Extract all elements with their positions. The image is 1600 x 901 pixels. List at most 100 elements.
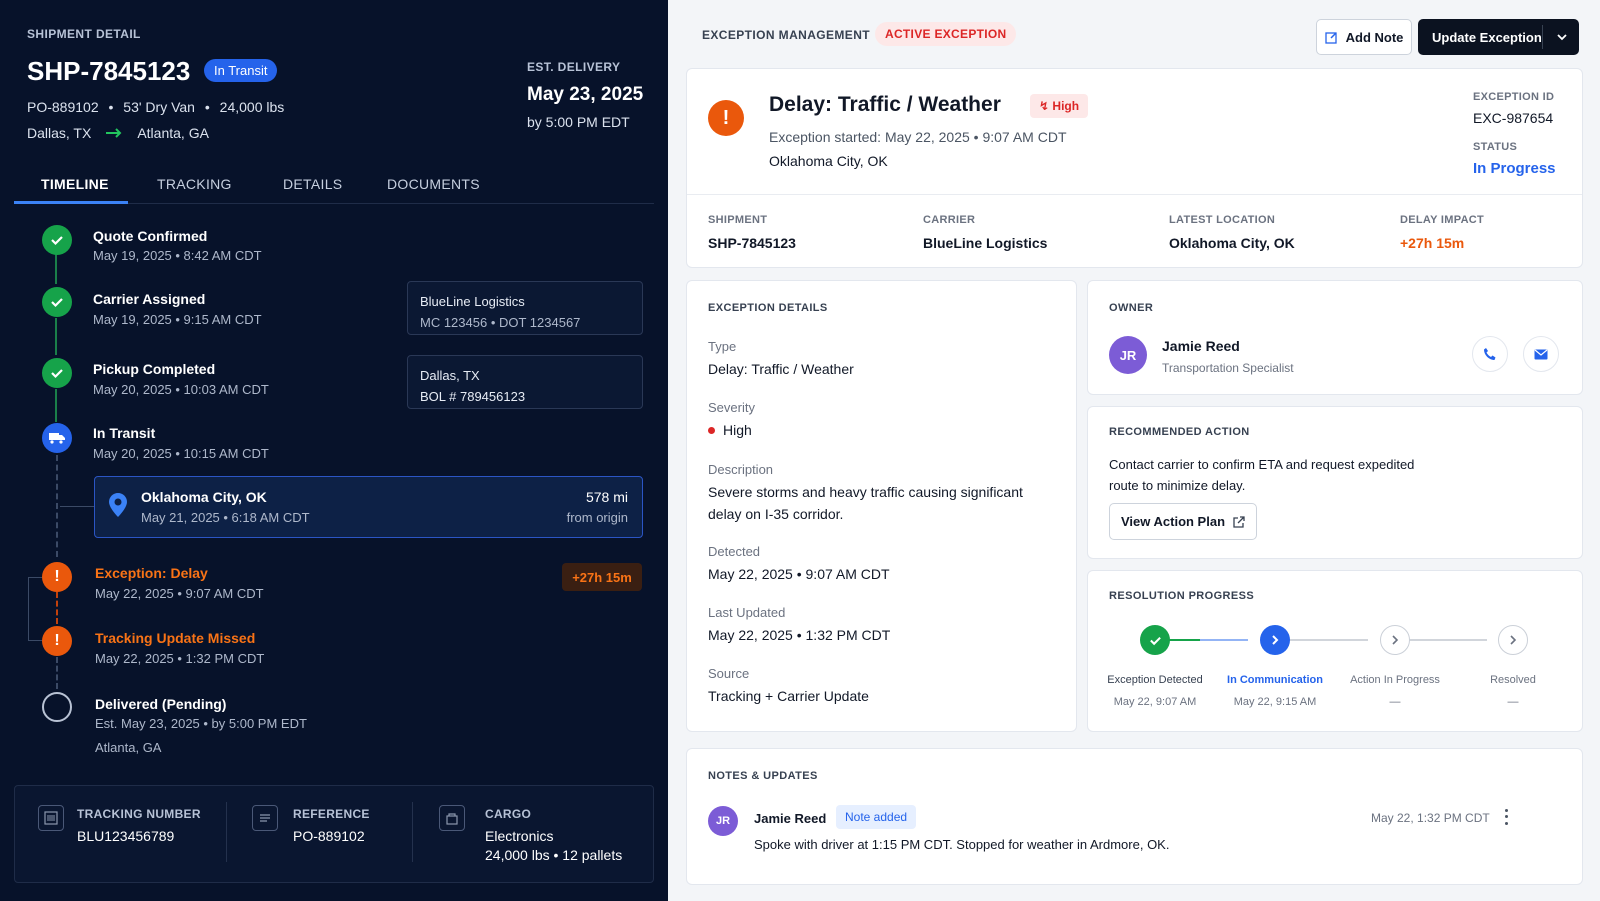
step-label: Action In Progress: [1350, 674, 1440, 686]
note-author: Jamie Reed: [754, 811, 827, 826]
reference-label: REFERENCE: [293, 807, 370, 821]
check-icon: [42, 225, 72, 255]
timeline-connector: [55, 389, 57, 422]
section-label: RESOLUTION PROGRESS: [1109, 590, 1255, 602]
detected-value: May 22, 2025 • 9:07 AM CDT: [708, 566, 890, 582]
shipment-meta: PO-889102 • 53' Dry Van • 24,000 lbs: [27, 99, 285, 115]
step-time: —: [1507, 696, 1519, 708]
section-label: NOTES & UPDATES: [708, 770, 818, 782]
cargo-label: CARGO: [485, 807, 532, 821]
exception-location: Oklahoma City, OK: [769, 153, 888, 169]
divider: [1542, 25, 1543, 49]
event-time: May 19, 2025 • 9:15 AM CDT: [93, 312, 262, 327]
exception-id: EXC-987654: [1473, 110, 1554, 126]
tab-details[interactable]: DETAILS: [283, 176, 342, 192]
step-detected-check-icon: [1140, 625, 1170, 655]
distance: 578 mi: [585, 489, 628, 505]
stat-carrier-label: CARRIER: [923, 214, 976, 226]
type-label: Type: [708, 339, 737, 354]
pending-circle-icon: [42, 692, 72, 722]
alert-icon: !: [708, 100, 744, 136]
location-card[interactable]: Oklahoma City, OK May 21, 2025 • 6:18 AM…: [94, 476, 643, 538]
step-action-chevron-icon: [1380, 625, 1410, 655]
status-label: STATUS: [1473, 141, 1518, 153]
tracking-label: TRACKING NUMBER: [77, 807, 201, 821]
arrow-right-icon: [105, 127, 123, 139]
chevron-down-icon[interactable]: [1550, 25, 1574, 49]
stat-shipment-label: SHIPMENT: [708, 214, 768, 226]
stat-impact: +27h 15m: [1400, 235, 1465, 251]
step-label: Resolved: [1490, 674, 1536, 686]
event-time: May 22, 2025 • 1:32 PM CDT: [95, 651, 265, 666]
stat-location-label: LATEST LOCATION: [1169, 214, 1276, 226]
check-icon: [42, 287, 72, 317]
event-title: Delivered (Pending): [95, 696, 227, 712]
step-label: Exception Detected: [1107, 674, 1203, 686]
active-exception-badge: ACTIVE EXCEPTION: [875, 22, 1017, 46]
description-value: Severe storms and heavy traffic causing …: [708, 484, 1023, 522]
origin: Dallas, TX: [27, 125, 92, 141]
barcode-icon: [38, 805, 64, 831]
tab-documents[interactable]: DOCUMENTS: [387, 176, 480, 192]
edit-icon: [1324, 31, 1338, 44]
add-note-button[interactable]: Add Note: [1316, 19, 1412, 55]
pickup-city: Dallas, TX: [420, 368, 480, 383]
mail-icon[interactable]: [1523, 336, 1559, 372]
exception-id-label: EXCEPTION ID: [1473, 91, 1555, 103]
shipment-panel: SHIPMENT DETAIL SHP-7845123 In Transit P…: [0, 0, 668, 901]
source-value: Tracking + Carrier Update: [708, 688, 869, 704]
phone-icon[interactable]: [1472, 336, 1508, 372]
severity-label: Severity: [708, 400, 755, 415]
delay-badge: +27h 15m: [562, 563, 642, 591]
exception-title: Delay: Traffic / Weather: [769, 93, 1001, 116]
avatar: JR: [708, 806, 738, 836]
carrier-info-box: BlueLine Logistics MC 123456 • DOT 12345…: [407, 281, 643, 335]
step-time: —: [1389, 696, 1401, 708]
status-value: In Progress: [1473, 160, 1556, 177]
recommended-text: Contact carrier to confirm ETA and reque…: [1109, 457, 1415, 493]
source-label: Source: [708, 666, 750, 681]
tab-timeline[interactable]: TIMELINE: [41, 176, 109, 192]
event-title: Pickup Completed: [93, 361, 216, 377]
truck-icon: [42, 423, 72, 453]
tab-tracking[interactable]: TRACKING: [157, 176, 232, 192]
timeline-connector: [56, 657, 58, 689]
event-time: May 20, 2025 • 10:15 AM CDT: [93, 446, 269, 461]
check-icon: [42, 358, 72, 388]
event-title: In Transit: [93, 425, 156, 441]
event-time: May 22, 2025 • 9:07 AM CDT: [95, 586, 264, 601]
shipment-summary: TRACKING NUMBER BLU123456789 REFERENCE P…: [14, 785, 654, 883]
est-delivery-time: by 5:00 PM EDT: [527, 114, 630, 130]
tracking-number[interactable]: BLU123456789: [77, 826, 174, 846]
equipment: 53' Dry Van: [123, 99, 195, 115]
stat-carrier: BlueLine Logistics: [923, 235, 1048, 251]
flame-icon: ↯: [1039, 99, 1050, 113]
package-icon: [439, 805, 465, 831]
branch-line: [60, 506, 94, 507]
est-delivery-date: May 23, 2025: [527, 84, 644, 105]
timeline-connector: [56, 592, 58, 624]
cargo-detail: 24,000 lbs • 12 pallets: [485, 847, 623, 863]
step-time: May 22, 9:15 AM: [1233, 696, 1317, 708]
view-action-plan-label: View Action Plan: [1120, 514, 1226, 529]
status-badge: In Transit: [204, 59, 278, 82]
owner-name: Jamie Reed: [1162, 338, 1240, 354]
detected-label: Detected: [708, 544, 761, 559]
event-time: May 20, 2025 • 10:03 AM CDT: [93, 382, 269, 397]
destination: Atlanta, GA: [137, 125, 209, 141]
resolution-progress-card: RESOLUTION PROGRESS Exception Detected M…: [1087, 570, 1583, 732]
event-time: Est. May 23, 2025 • by 5:00 PM EDT: [95, 716, 307, 731]
more-vertical-icon[interactable]: [1499, 807, 1513, 827]
avatar: JR: [1109, 336, 1147, 374]
section-label: EXCEPTION DETAILS: [708, 302, 828, 314]
owner-role: Transportation Specialist: [1162, 361, 1294, 375]
alert-icon: !: [42, 562, 72, 592]
pickup-info-box: Dallas, TX BOL # 789456123: [407, 355, 643, 409]
updated-label: Last Updated: [708, 605, 786, 620]
alert-icon: !: [42, 626, 72, 656]
view-action-plan-button[interactable]: View Action Plan: [1109, 503, 1257, 540]
tab-active-indicator: [14, 201, 128, 204]
route: Dallas, TX Atlanta, GA: [27, 125, 209, 141]
branch-bracket: [28, 577, 42, 641]
exception-header-card: ! Delay: Traffic / Weather ↯ High Except…: [686, 68, 1583, 268]
